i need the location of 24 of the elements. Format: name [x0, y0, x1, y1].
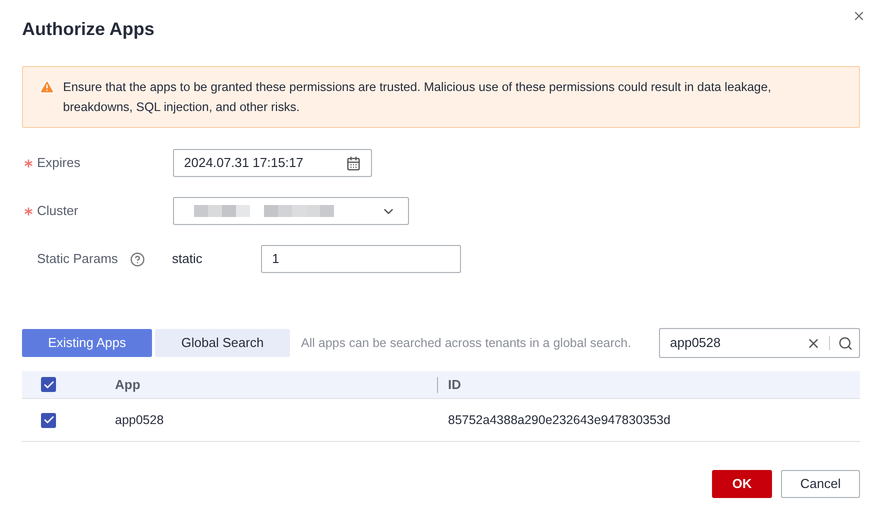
ok-button[interactable]: OK	[712, 470, 772, 498]
help-icon[interactable]	[130, 252, 145, 266]
param-value-field[interactable]: 1	[261, 245, 461, 273]
dialog-title: Authorize Apps	[22, 18, 156, 40]
tab[interactable]: Global Search	[155, 329, 290, 357]
column-header: App	[115, 376, 142, 394]
cancel-button[interactable]: Cancel	[781, 470, 860, 498]
checkbox[interactable]	[41, 412, 56, 428]
search-icon[interactable]	[838, 336, 853, 350]
warning-icon	[39, 79, 55, 95]
tab[interactable]: Existing Apps	[22, 329, 152, 357]
param-key: static	[172, 249, 261, 269]
search-field[interactable]: app0528	[659, 328, 860, 358]
field-label: Cluster	[37, 202, 78, 220]
warning-text: Ensure that the apps to be granted these permissions are trusted. Malicious use of these permissions could result in data leakage, breakdowns, SQL injection, and other risks.	[63, 79, 772, 116]
checkbox[interactable]	[41, 377, 56, 392]
calendar-icon[interactable]	[346, 156, 361, 170]
field-label: Static Params	[37, 250, 118, 268]
table-cell-text: 85752a4388a290e232643e947830353d	[448, 412, 670, 429]
table-cell-text: app0528	[115, 412, 165, 429]
date-field[interactable]: 2024.07.31 17:15:17	[173, 149, 372, 177]
field-label: Expires	[37, 154, 80, 172]
column-header: ID	[448, 376, 461, 394]
tab-hint: All apps can be searched across tenants in a global search.	[301, 334, 632, 352]
